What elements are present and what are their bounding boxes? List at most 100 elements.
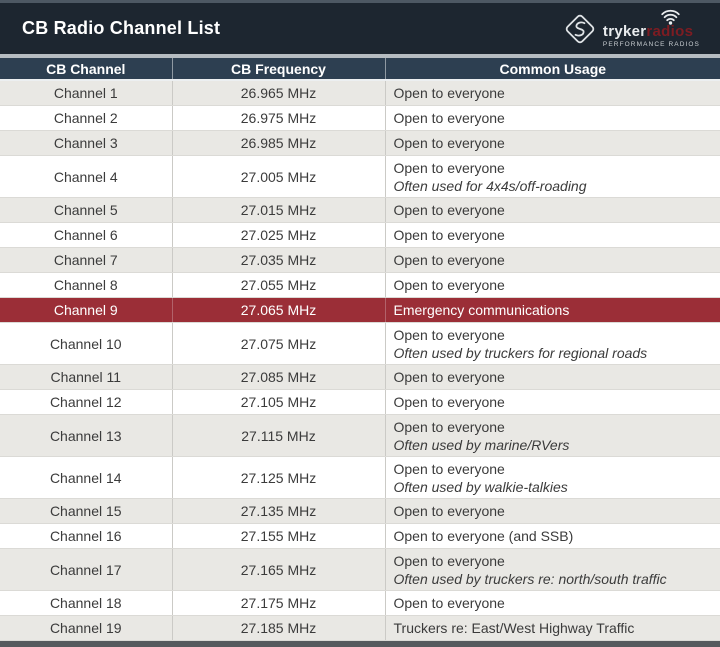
frequency-cell: 27.135 MHz <box>172 499 385 524</box>
frequency-label: 27.155 MHz <box>241 528 316 544</box>
usage-cell: Open to everyone <box>385 131 720 156</box>
frequency-cell: 27.055 MHz <box>172 273 385 298</box>
channel-label: Channel 14 <box>50 470 122 486</box>
frequency-cell: 27.105 MHz <box>172 390 385 415</box>
channel-table: CB Channel CB Frequency Common Usage Cha… <box>0 58 720 641</box>
table-row: Channel 1 26.965 MHz Open to everyone <box>0 80 720 106</box>
table-row: Channel 14 27.125 MHz Open to everyone O… <box>0 457 720 499</box>
channel-label: Channel 13 <box>50 428 122 444</box>
frequency-label: 27.085 MHz <box>241 369 316 385</box>
channel-label: Channel 4 <box>54 169 118 185</box>
channel-cell: Channel 11 <box>0 365 172 390</box>
table-row: Channel 12 27.105 MHz Open to everyone <box>0 390 720 415</box>
channel-label: Channel 6 <box>54 227 118 243</box>
usage-cell: Open to everyone (and SSB) <box>385 524 720 549</box>
table-row: Channel 9 27.065 MHz Emergency communica… <box>0 298 720 323</box>
usage-cell: Open to everyone Often used by truckers … <box>385 549 720 591</box>
usage-text: Open to everyone <box>394 326 713 345</box>
channel-label: Channel 18 <box>50 595 122 611</box>
bottom-strip <box>0 641 720 647</box>
channel-label: Channel 8 <box>54 277 118 293</box>
usage-text: Open to everyone <box>394 226 713 245</box>
usage-text: Open to everyone <box>394 159 713 178</box>
channel-label: Channel 11 <box>50 369 121 385</box>
usage-note: Often used by marine/RVers <box>394 437 713 454</box>
brand-logo: trykerradios PERFORMANCE RADIOS <box>562 10 700 48</box>
frequency-label: 26.985 MHz <box>241 135 316 151</box>
table-row: Channel 6 27.025 MHz Open to everyone <box>0 223 720 248</box>
brand-tagline: PERFORMANCE RADIOS <box>603 41 700 48</box>
logo-diamond-icon <box>562 11 598 47</box>
frequency-label: 27.055 MHz <box>241 277 316 293</box>
frequency-label: 26.965 MHz <box>241 85 316 101</box>
usage-text: Emergency communications <box>394 301 713 320</box>
usage-text: Open to everyone <box>394 109 713 128</box>
frequency-cell: 27.075 MHz <box>172 323 385 365</box>
usage-cell: Open to everyone <box>385 223 720 248</box>
channel-label: Channel 19 <box>50 620 122 636</box>
usage-text: Truckers re: East/West Highway Traffic <box>394 619 713 638</box>
frequency-cell: 27.185 MHz <box>172 616 385 641</box>
usage-text: Open to everyone <box>394 251 713 270</box>
table-row: Channel 16 27.155 MHz Open to everyone (… <box>0 524 720 549</box>
usage-text: Open to everyone <box>394 502 713 521</box>
frequency-cell: 27.155 MHz <box>172 524 385 549</box>
usage-cell: Open to everyone <box>385 273 720 298</box>
table-body: Channel 1 26.965 MHz Open to everyone Ch… <box>0 80 720 641</box>
frequency-cell: 26.975 MHz <box>172 106 385 131</box>
frequency-label: 27.115 MHz <box>241 428 315 444</box>
frequency-cell: 27.065 MHz <box>172 298 385 323</box>
frequency-cell: 27.025 MHz <box>172 223 385 248</box>
usage-cell: Open to everyone <box>385 248 720 273</box>
frequency-cell: 27.015 MHz <box>172 198 385 223</box>
frequency-label: 27.125 MHz <box>241 470 316 486</box>
frequency-label: 27.075 MHz <box>241 336 316 352</box>
frequency-cell: 27.115 MHz <box>172 415 385 457</box>
frequency-cell: 27.005 MHz <box>172 156 385 198</box>
channel-cell: Channel 2 <box>0 106 172 131</box>
usage-cell: Open to everyone Often used for 4x4s/off… <box>385 156 720 198</box>
channel-label: Channel 17 <box>50 562 122 578</box>
frequency-label: 27.135 MHz <box>241 503 316 519</box>
usage-text: Open to everyone <box>394 84 713 103</box>
channel-cell: Channel 13 <box>0 415 172 457</box>
usage-note: Often used by truckers re: north/south t… <box>394 571 713 588</box>
usage-cell: Open to everyone <box>385 499 720 524</box>
usage-cell: Open to everyone Often used by marine/RV… <box>385 415 720 457</box>
usage-cell: Emergency communications <box>385 298 720 323</box>
channel-label: Channel 2 <box>54 110 118 126</box>
frequency-label: 26.975 MHz <box>241 110 316 126</box>
table-row: Channel 10 27.075 MHz Open to everyone O… <box>0 323 720 365</box>
frequency-cell: 26.965 MHz <box>172 80 385 106</box>
frequency-label: 27.005 MHz <box>241 169 316 185</box>
channel-label: Channel 15 <box>50 503 122 519</box>
frequency-label: 27.065 MHz <box>241 302 316 318</box>
logo-signal-icon <box>660 9 681 25</box>
channel-label: Channel 10 <box>50 336 122 352</box>
usage-text: Open to everyone <box>394 393 713 412</box>
channel-label: Channel 5 <box>54 202 118 218</box>
usage-cell: Open to everyone <box>385 390 720 415</box>
table-row: Channel 3 26.985 MHz Open to everyone <box>0 131 720 156</box>
channel-cell: Channel 4 <box>0 156 172 198</box>
channel-cell: Channel 8 <box>0 273 172 298</box>
frequency-label: 27.035 MHz <box>241 252 316 268</box>
channel-cell: Channel 14 <box>0 457 172 499</box>
channel-cell: Channel 17 <box>0 549 172 591</box>
col-header-channel: CB Channel <box>0 58 172 80</box>
table-row: Channel 2 26.975 MHz Open to everyone <box>0 106 720 131</box>
page-title: CB Radio Channel List <box>22 18 220 39</box>
channel-cell: Channel 15 <box>0 499 172 524</box>
frequency-label: 27.165 MHz <box>241 562 316 578</box>
channel-label: Channel 9 <box>54 302 118 318</box>
channel-label: Channel 7 <box>54 252 118 268</box>
channel-cell: Channel 19 <box>0 616 172 641</box>
usage-note: Often used by walkie-talkies <box>394 479 713 496</box>
channel-cell: Channel 9 <box>0 298 172 323</box>
usage-cell: Open to everyone Often used by walkie-ta… <box>385 457 720 499</box>
logo-text-block: trykerradios PERFORMANCE RADIOS <box>603 10 700 48</box>
usage-cell: Truckers re: East/West Highway Traffic <box>385 616 720 641</box>
usage-text: Open to everyone <box>394 201 713 220</box>
usage-text: Open to everyone <box>394 460 713 479</box>
table-row: Channel 18 27.175 MHz Open to everyone <box>0 591 720 616</box>
